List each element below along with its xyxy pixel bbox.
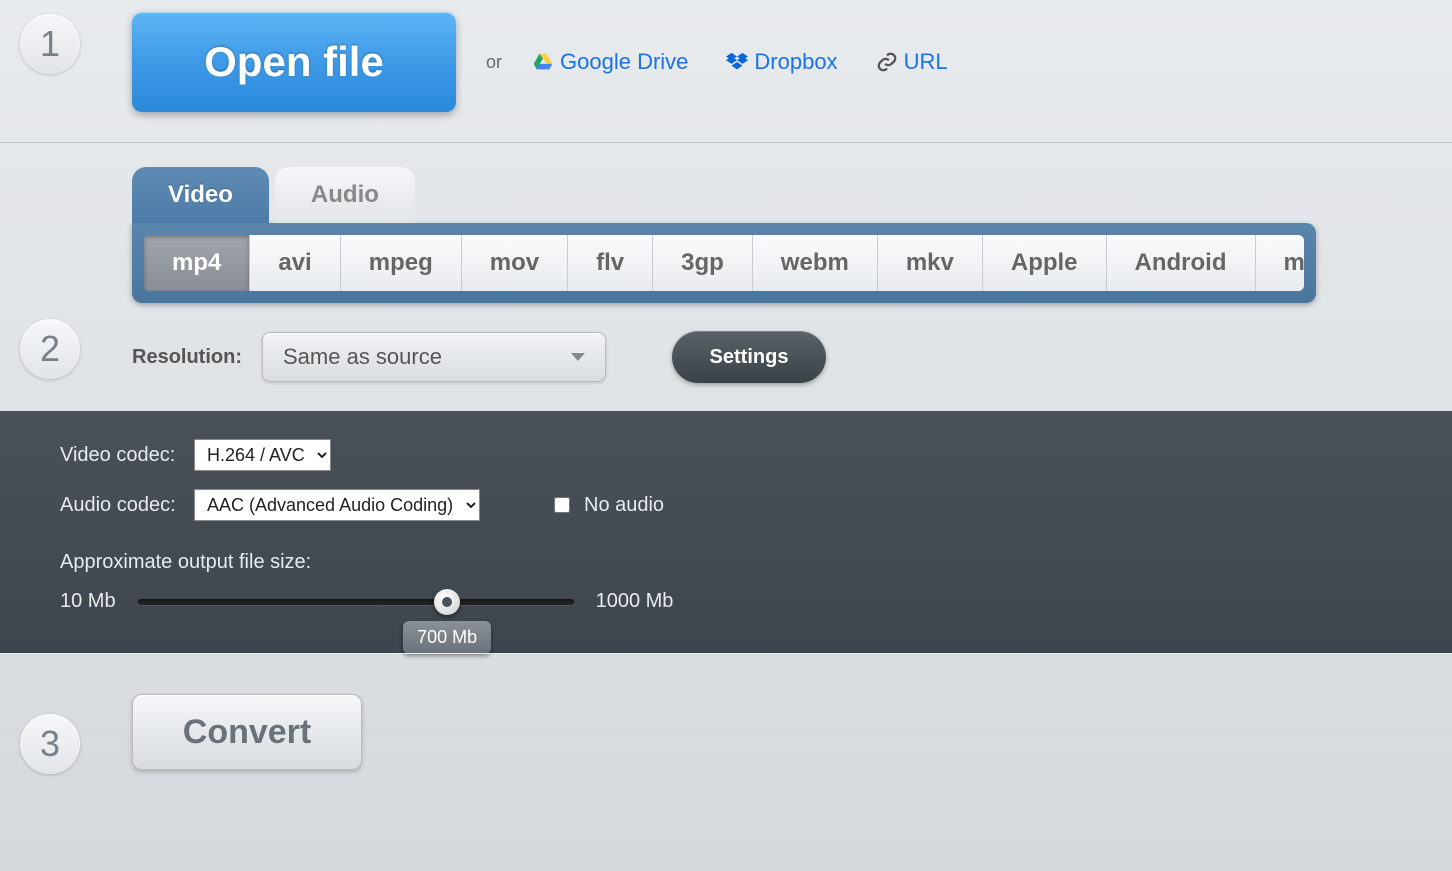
link-icon [876,51,898,73]
resolution-label: Resolution: [132,346,242,369]
format-more[interactable]: more [1256,235,1304,291]
tab-audio[interactable]: Audio [275,167,415,223]
format-mov[interactable]: mov [462,235,568,291]
format-bar: mp4 avi mpeg mov flv 3gp webm mkv Apple … [144,235,1304,291]
output-size-label: Approximate output file size: [60,551,1392,574]
slider-thumb[interactable] [434,589,460,615]
google-drive-label: Google Drive [560,49,688,75]
resolution-value: Same as source [283,344,442,370]
size-slider[interactable]: 700 Mb [138,599,574,605]
format-more-label: more [1284,249,1304,276]
no-audio-checkbox[interactable] [554,497,570,513]
google-drive-link[interactable]: Google Drive [532,49,688,75]
format-android[interactable]: Android [1107,235,1256,291]
step-badge-3: 3 [20,714,80,774]
step-2-section: 2 Video Audio mp4 avi mpeg mov flv 3gp w… [0,143,1452,653]
format-bar-container: mp4 avi mpeg mov flv 3gp webm mkv Apple … [132,223,1316,303]
slider-max-label: 1000 Mb [596,590,674,613]
advanced-settings-panel: Video codec: H.264 / AVC Audio codec: AA… [0,411,1452,653]
chevron-down-icon [571,353,585,361]
dropbox-link[interactable]: Dropbox [726,49,837,75]
settings-button[interactable]: Settings [672,331,826,383]
dropbox-icon [726,51,748,73]
options-row: Resolution: Same as source Settings [132,303,1452,411]
video-codec-label: Video codec: [60,444,176,467]
url-link[interactable]: URL [876,49,948,75]
format-webm[interactable]: webm [753,235,878,291]
audio-codec-label: Audio codec: [60,494,176,517]
step-badge-2: 2 [20,319,80,379]
dropbox-label: Dropbox [754,49,837,75]
url-label: URL [904,49,948,75]
format-flv[interactable]: flv [568,235,653,291]
tab-video[interactable]: Video [132,167,269,223]
resolution-select[interactable]: Same as source [262,332,606,382]
step-1-section: 1 Open file or Google Drive Dropbox URL [0,0,1452,143]
step-badge-1: 1 [20,14,80,74]
or-text: or [486,52,502,73]
format-apple[interactable]: Apple [983,235,1107,291]
open-file-button[interactable]: Open file [132,12,456,112]
media-type-tabs: Video Audio [132,143,1452,223]
format-mkv[interactable]: mkv [878,235,983,291]
slider-value-badge: 700 Mb [403,621,491,654]
format-mpeg[interactable]: mpeg [341,235,462,291]
audio-codec-select[interactable]: AAC (Advanced Audio Coding) [194,489,480,521]
convert-button[interactable]: Convert [132,694,362,770]
format-3gp[interactable]: 3gp [653,235,753,291]
no-audio-label: No audio [584,494,664,517]
google-drive-icon [532,51,554,73]
format-mp4[interactable]: mp4 [144,235,250,291]
video-codec-select[interactable]: H.264 / AVC [194,439,331,471]
slider-min-label: 10 Mb [60,590,116,613]
step-3-section: 3 Convert [0,653,1452,810]
format-avi[interactable]: avi [250,235,340,291]
